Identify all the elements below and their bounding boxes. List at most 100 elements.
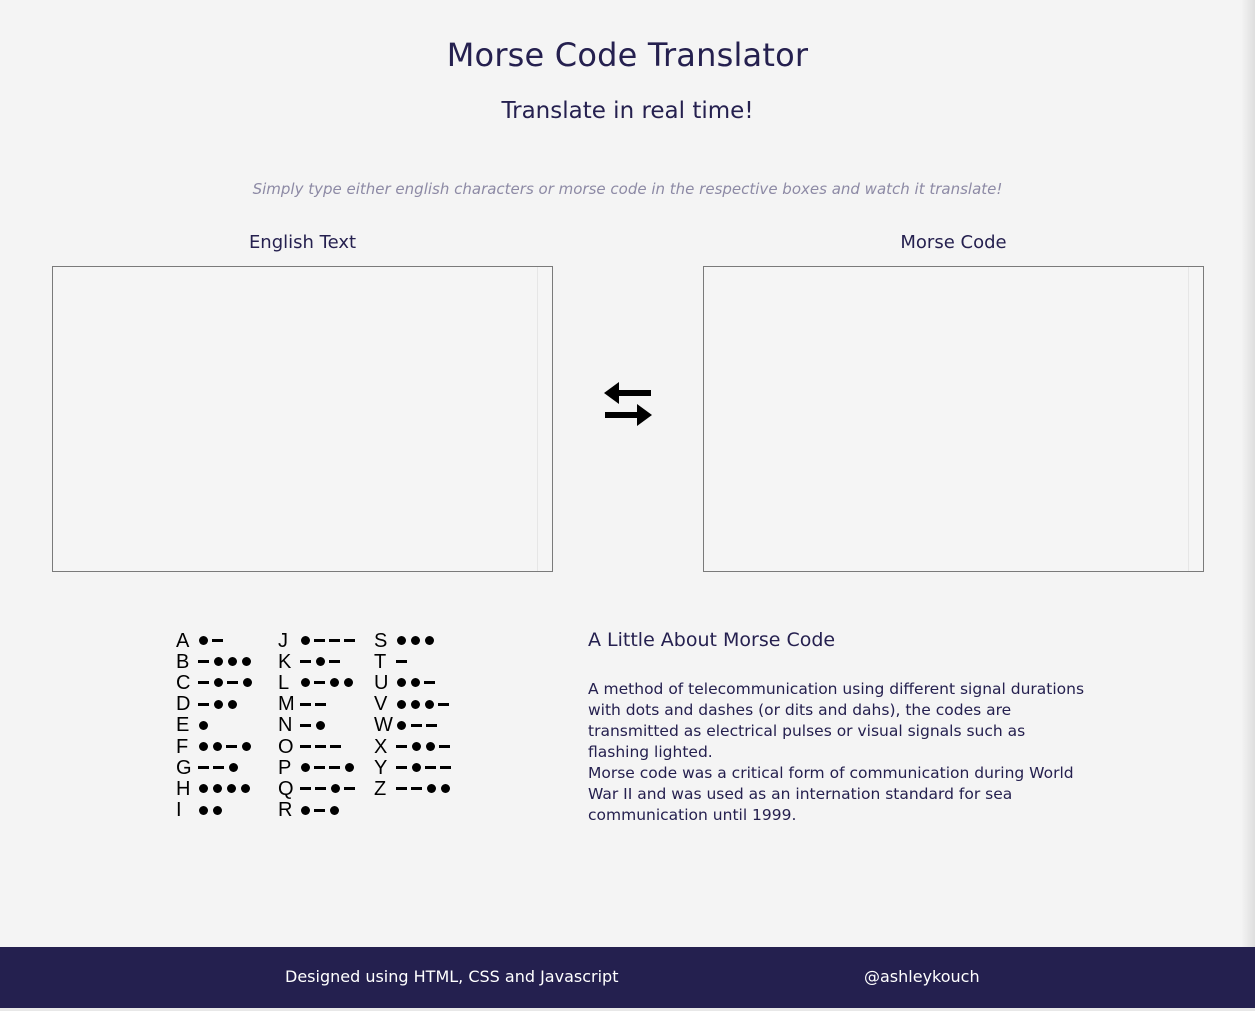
morse-chart-letter: P [278,756,292,779]
morse-chart-letter: Z [374,777,387,800]
page-edge-shadow [1241,0,1255,947]
morse-chart-code [196,742,253,751]
page-title: Morse Code Translator [446,36,809,74]
about-paragraph-2: Morse code was a critical form of commun… [588,764,1074,824]
footer-handle-link[interactable]: @ashleykouch [864,967,980,986]
morse-chart-code [298,720,327,730]
morse-chart-code [298,636,357,645]
morse-chart-letter: U [374,671,389,694]
morse-dash [212,639,223,642]
morse-dash [315,745,326,748]
morse-chart-letter: X [374,735,388,758]
morse-chart-letter: B [176,650,190,673]
morse-dot [424,699,434,709]
swap-arrows-icon[interactable] [603,381,653,427]
morse-dot [198,636,208,645]
morse-chart-row-p: P [278,757,356,778]
morse-chart-row-d: D [176,694,239,715]
morse-dash [396,660,407,664]
morse-dot [228,763,238,773]
english-text-input[interactable] [52,266,553,572]
morse-chart-code [298,678,355,688]
morse-dash [226,745,237,748]
morse-dot [212,784,222,794]
morse-dash [329,766,340,770]
morse-chart-code [196,678,254,688]
morse-dash [198,681,209,685]
morse-dot [396,636,406,645]
morse-chart-row-y: Y [374,757,453,778]
morse-chart-row-w: W [374,715,439,736]
english-text-label: English Text [248,232,357,253]
morse-dot [198,784,208,794]
morse-chart-letter: E [176,714,190,737]
morse-chart-letter: C [176,671,191,694]
morse-chart-code [298,784,357,794]
morse-dot [226,784,236,794]
morse-dot [300,678,310,688]
morse-dot [424,636,434,645]
morse-chart-row-x: X [374,736,452,757]
morse-chart-code [298,702,328,706]
morse-dash [198,766,209,770]
morse-chart-row-t: T [374,651,409,672]
morse-chart-letter: T [374,650,387,673]
morse-chart-code [298,805,341,815]
morse-dash [440,766,451,770]
morse-chart-letter: V [374,693,388,716]
morse-dot [300,805,310,815]
morse-chart-letter: A [176,629,190,652]
morse-chart-row-f: F [176,736,253,757]
morse-dash [300,787,311,791]
morse-dash [314,681,325,685]
morse-chart-letter: J [278,629,288,652]
footer: Designed using HTML, CSS and Javascript … [0,947,1255,1008]
morse-chart-letter: F [176,735,189,758]
morse-chart-code [196,720,210,730]
morse-dash [410,723,422,727]
morse-dot [240,784,250,794]
morse-dash [396,787,407,791]
morse-chart-row-b: B [176,651,253,672]
morse-dash [439,745,450,748]
morse-dot [426,784,436,794]
morse-dot [242,678,252,688]
morse-dot [227,699,237,709]
morse-dot [410,699,420,709]
morse-dash [314,766,325,770]
morse-dash [315,787,326,791]
morse-chart-letter: Y [374,756,388,779]
footer-designed-text: Designed using HTML, CSS and Javascript [285,967,619,986]
morse-chart-row-e: E [176,715,210,736]
morse-chart-code [394,636,436,645]
morse-dot [315,720,325,730]
morse-dash [396,745,407,748]
morse-dash [344,787,355,791]
morse-dash [329,639,340,642]
morse-chart-code [394,678,437,688]
morse-dot [213,657,223,667]
about-paragraph-1: A method of telecommunication using diff… [588,680,1085,761]
morse-chart-letter: L [278,671,290,694]
morse-dot [344,763,354,773]
morse-dash [424,681,435,685]
morse-chart-code [394,699,451,709]
morse-code-input[interactable] [703,266,1204,572]
morse-alphabet-chart: ABCDEFGHI JKLMNOPQR STUVWXYZ [176,630,466,826]
morse-dash [198,702,209,706]
morse-dash [438,702,449,706]
morse-chart-code [196,699,239,709]
morse-dot [396,699,406,709]
morse-chart-row-a: A [176,630,225,651]
morse-chart-letter: G [176,756,192,779]
english-text-scrollbar[interactable] [537,267,552,571]
morse-dot [440,784,450,794]
morse-dot [300,636,310,645]
morse-code-scrollbar[interactable] [1188,267,1203,571]
morse-chart-letter: Q [278,777,294,800]
morse-chart-code [394,742,452,751]
morse-dot [425,742,435,751]
morse-dot [329,805,339,815]
morse-dash [198,660,209,664]
morse-dash [315,702,326,706]
